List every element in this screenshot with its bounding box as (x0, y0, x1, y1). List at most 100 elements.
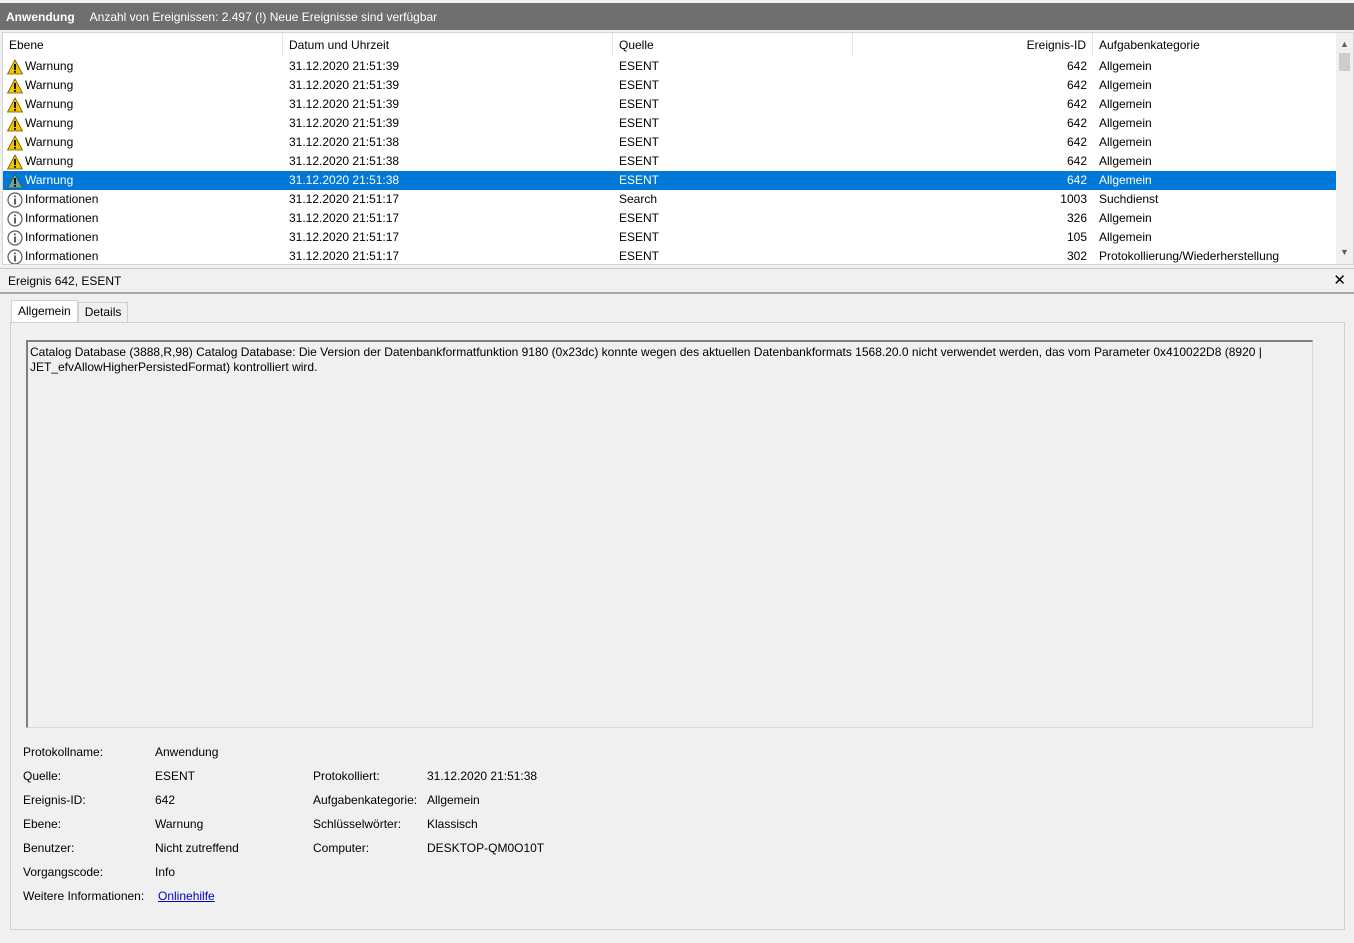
event-detail-title: Ereignis 642, ESENT (8, 273, 122, 288)
row-category: Allgemein (1099, 173, 1152, 187)
table-row[interactable]: Informationen 31.12.2020 21:51:17 ESENT 302… (3, 247, 1337, 264)
row-category: Allgemein (1099, 135, 1152, 149)
event-count-info: Anzahl von Ereignissen: 2.497 (!) Neue E… (89, 9, 438, 24)
column-header-level[interactable]: Ebene (3, 33, 283, 57)
row-level-label: Warnung (25, 59, 74, 73)
info-icon (7, 191, 23, 208)
row-source: ESENT (619, 173, 660, 187)
row-event-id: 642 (1066, 135, 1087, 149)
row-event-id: 105 (1066, 230, 1087, 244)
column-header-date[interactable]: Datum und Uhrzeit (283, 33, 613, 57)
table-row[interactable]: Warnung 31.12.2020 21:51:38 ESENT 642 Allgem… (3, 152, 1337, 171)
log-title-bar: Anwendung Anzahl von Ereignissen: 2.497 … (0, 3, 1354, 30)
row-date: 31.12.2020 21:51:38 (289, 135, 400, 149)
row-level-label: Warnung (25, 116, 74, 130)
table-row[interactable]: Warnung 31.12.2020 21:51:39 ESENT 642 Allgem… (3, 57, 1337, 76)
event-message-box[interactable]: Catalog Database (3888,R,98) Catalog Dat… (26, 340, 1313, 728)
warning-icon (6, 96, 24, 113)
row-level-label: Informationen (25, 230, 99, 244)
scroll-up-icon[interactable]: ▲ (1336, 36, 1353, 53)
event-id-label: Ereignis-ID: (23, 793, 86, 807)
row-level: Warnung (3, 95, 283, 114)
row-date: 31.12.2020 21:51:17 (289, 249, 400, 263)
row-level-label: Informationen (25, 211, 99, 225)
logname-label: Protokollname: (23, 745, 104, 759)
table-row[interactable]: Warnung 31.12.2020 21:51:39 ESENT 642 Allgem… (3, 95, 1337, 114)
opcode-value: Info (155, 865, 176, 879)
row-event-id: 642 (1066, 173, 1087, 187)
row-level: Informationen (3, 190, 283, 209)
table-row[interactable]: Warnung 31.12.2020 21:51:38 ESENT 642 Allgem… (3, 133, 1337, 152)
row-level-label: Informationen (25, 249, 99, 263)
table-row[interactable]: Informationen 31.12.2020 21:51:17 ESENT 326… (3, 209, 1337, 228)
column-header-category[interactable]: Aufgabenkategorie (1093, 33, 1337, 57)
warning-icon (6, 153, 24, 170)
row-date: 31.12.2020 21:51:38 (289, 173, 400, 187)
table-row[interactable]: Warnung 31.12.2020 21:51:38 ESENT 642 Allgem… (3, 171, 1337, 190)
log-name: Anwendung (6, 9, 75, 24)
row-source: ESENT (619, 154, 660, 168)
event-rows: Warnung 31.12.2020 21:51:39 ESENT 642 Allgem… (3, 57, 1337, 264)
row-event-id: 642 (1066, 116, 1087, 130)
row-level-label: Warnung (25, 173, 74, 187)
row-source: ESENT (619, 59, 660, 73)
row-date: 31.12.2020 21:51:39 (289, 97, 400, 111)
table-row[interactable]: Warnung 31.12.2020 21:51:39 ESENT 642 Allgem… (3, 76, 1337, 95)
info-icon (7, 210, 23, 227)
row-category: Allgemein (1099, 59, 1152, 73)
warning-icon (6, 134, 24, 151)
warning-icon (6, 115, 24, 132)
row-category: Allgemein (1099, 97, 1152, 111)
table-row[interactable]: Informationen 31.12.2020 21:51:17 Search 10… (3, 190, 1337, 209)
row-category: Allgemein (1099, 154, 1152, 168)
row-source: ESENT (619, 230, 660, 244)
row-source: Search (619, 192, 658, 206)
event-list[interactable]: Ebene Datum und Uhrzeit Quelle Ereignis-… (2, 32, 1354, 265)
scroll-thumb[interactable] (1339, 53, 1350, 71)
computer-value: DESKTOP-QM0O10T (427, 841, 545, 855)
close-icon[interactable]: ✕ (1333, 273, 1346, 289)
computer-label: Computer: (313, 841, 370, 855)
row-level-label: Warnung (25, 135, 74, 149)
logged-label: Protokolliert: (313, 769, 380, 783)
row-level-label: Informationen (25, 192, 99, 206)
warning-icon (6, 77, 24, 94)
table-row[interactable]: Warnung 31.12.2020 21:51:39 ESENT 642 Allgem… (3, 114, 1337, 133)
logged-value: 31.12.2020 21:51:38 (427, 769, 538, 783)
row-source: ESENT (619, 135, 660, 149)
row-event-id: 326 (1066, 211, 1087, 225)
row-event-id: 642 (1066, 59, 1087, 73)
row-date: 31.12.2020 21:51:17 (289, 211, 400, 225)
table-row[interactable]: Informationen 31.12.2020 21:51:17 ESENT 105… (3, 228, 1337, 247)
info-icon (7, 229, 23, 246)
tab-details[interactable]: Details (77, 302, 129, 323)
row-date: 31.12.2020 21:51:38 (289, 154, 400, 168)
row-category: Suchdienst (1099, 192, 1159, 206)
column-header-event-id[interactable]: Ereignis-ID (853, 33, 1093, 57)
user-value: Nicht zutreffend (155, 841, 239, 855)
warning-icon (6, 58, 24, 75)
row-category: Allgemein (1099, 211, 1152, 225)
scroll-down-icon[interactable]: ▼ (1336, 244, 1353, 261)
user-label: Benutzer: (23, 841, 75, 855)
tab-general[interactable]: Allgemein (11, 300, 78, 324)
row-level: Warnung (3, 57, 283, 76)
row-event-id: 302 (1066, 249, 1087, 263)
row-event-id: 1003 (1060, 192, 1087, 206)
row-level: Informationen (3, 247, 283, 264)
row-level: Warnung (3, 114, 283, 133)
warning-icon (6, 172, 24, 189)
column-header-source[interactable]: Quelle (613, 33, 853, 57)
row-category: Allgemein (1099, 116, 1152, 130)
row-event-id: 642 (1066, 154, 1087, 168)
row-event-id: 642 (1066, 97, 1087, 111)
row-source: ESENT (619, 116, 660, 130)
row-date: 31.12.2020 21:51:39 (289, 78, 400, 92)
online-help-link[interactable]: Onlinehilfe (158, 889, 215, 903)
level-label: Ebene: (23, 817, 62, 831)
row-level-label: Warnung (25, 154, 74, 168)
list-scrollbar[interactable]: ▲ ▼ (1336, 33, 1353, 264)
level-value: Warnung (155, 817, 204, 831)
row-date: 31.12.2020 21:51:39 (289, 116, 400, 130)
row-date: 31.12.2020 21:51:39 (289, 59, 400, 73)
